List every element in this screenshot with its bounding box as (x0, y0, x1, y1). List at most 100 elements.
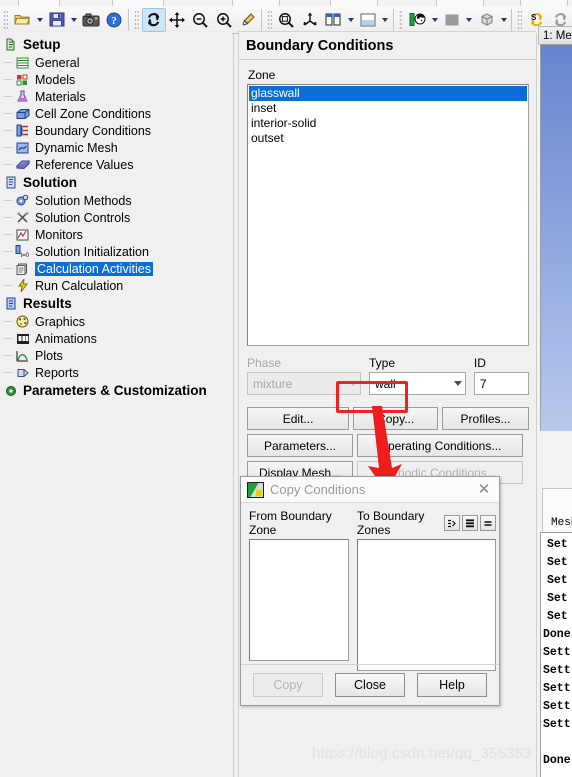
zone-list-item[interactable]: outset (249, 131, 527, 146)
toolbar-grip[interactable] (398, 9, 404, 30)
type-select[interactable]: wall (369, 372, 466, 395)
camera-icon[interactable] (79, 8, 102, 32)
tree-node-models[interactable]: ⋯ Models (0, 71, 232, 88)
background-color-dropdown-caret[interactable] (380, 9, 391, 31)
filter-list-icon[interactable] (444, 515, 460, 531)
window-layout-icon[interactable] (322, 8, 345, 32)
tree-node-solution-methods[interactable]: ⋯ Solution Methods (0, 192, 232, 209)
zone-list-item[interactable]: glasswall (249, 86, 527, 101)
graphics-canvas[interactable] (540, 44, 572, 431)
console-line: Set (547, 574, 568, 587)
dialog-titlebar[interactable]: Copy Conditions ✕ (241, 477, 499, 503)
type-value: wall (375, 376, 396, 391)
solution-initialization-icon: t=0 (14, 244, 31, 259)
id-input[interactable]: 7 (473, 372, 529, 395)
tree-node-label: Run Calculation (35, 278, 124, 293)
toolbar-grip[interactable] (3, 9, 8, 30)
tree-node-label: Parameters & Customization (23, 383, 207, 398)
toolbar-grip[interactable] (267, 9, 273, 30)
lighting-dropdown-caret[interactable] (430, 9, 441, 31)
background-color-icon[interactable] (356, 8, 379, 32)
profiles-button[interactable]: Profiles... (442, 407, 529, 430)
deselect-all-list-icon[interactable] (480, 515, 496, 531)
operating-conditions-button[interactable]: Operating Conditions... (357, 434, 523, 457)
type-label: Type (369, 356, 396, 370)
materials-flask-icon (14, 89, 31, 104)
toolbar-grip[interactable] (134, 9, 140, 30)
console-line: Done (543, 628, 571, 641)
gray-surface-icon[interactable] (441, 8, 464, 32)
tree-node-label: Animations (35, 331, 97, 346)
list-tool-buttons (444, 515, 496, 531)
tree-node-results[interactable]: Results (0, 294, 232, 313)
cell-zone-box-icon (14, 106, 31, 121)
tree-node-calculation-activities[interactable]: ⋯ Calculation Activities (0, 260, 232, 277)
console-line: Set (547, 556, 568, 569)
lighting-head-icon[interactable] (406, 8, 429, 32)
select-all-list-icon[interactable] (462, 515, 478, 531)
axis-tripod-icon[interactable] (299, 8, 322, 32)
tree-node-monitors[interactable]: ⋯ Monitors (0, 226, 232, 243)
panel-splitter[interactable] (233, 33, 234, 777)
tree-node-solution[interactable]: Solution (0, 173, 232, 192)
tree-node-parameters-customization[interactable]: Parameters & Customization (0, 381, 232, 400)
close-button[interactable]: Close (335, 673, 405, 697)
tree-node-graphics[interactable]: ⋯ Graphics (0, 313, 232, 330)
help-question-icon[interactable]: ? (103, 8, 126, 32)
help-button[interactable]: Help (417, 673, 487, 697)
3d-box-icon[interactable] (475, 8, 498, 32)
pan-move-icon[interactable] (166, 8, 189, 32)
tree-node-reports[interactable]: ⋯ Reports (0, 364, 232, 381)
tree-node-setup[interactable]: Setup (0, 35, 232, 54)
graphics-window-tab[interactable]: 1: Mesh (538, 26, 572, 45)
phase-select[interactable]: mixture (247, 372, 361, 395)
tree-node-solution-controls[interactable]: ⋯ Solution Controls (0, 209, 232, 226)
window-layout-dropdown-caret[interactable] (346, 9, 357, 31)
tree-node-cell-zone-conditions[interactable]: ⋯ Cell Zone Conditions (0, 105, 232, 122)
tree-connector: ⋯ (3, 229, 13, 239)
general-grid-icon (14, 55, 31, 70)
tree-connector: ⋯ (3, 125, 13, 135)
tree-node-general[interactable]: ⋯ General (0, 54, 232, 71)
to-boundary-zones-column: To Boundary Zones (357, 509, 496, 671)
tree-node-label: Solution Initialization (35, 244, 149, 259)
3d-dropdown-caret[interactable] (498, 9, 509, 31)
right-dock-splitter[interactable] (536, 33, 537, 777)
tree-node-materials[interactable]: ⋯ Materials (0, 88, 232, 105)
tree-node-run-calculation[interactable]: ⋯ Run Calculation (0, 277, 232, 294)
rotate-refresh-icon[interactable] (142, 7, 166, 32)
save-disk-icon[interactable] (45, 8, 68, 32)
surface-dropdown-caret[interactable] (464, 9, 475, 31)
to-boundary-zones-list[interactable] (357, 539, 496, 671)
zone-list-item[interactable]: inset (249, 101, 527, 116)
tree-node-label: Dynamic Mesh (35, 140, 118, 155)
copy-button[interactable]: Copy... (353, 407, 439, 430)
zone-list[interactable]: glasswall inset interior-solid outset (247, 84, 529, 346)
tree-connector: ⋯ (3, 159, 13, 169)
tree-node-dynamic-mesh[interactable]: ⋯ Dynamic Mesh (0, 139, 232, 156)
tree-connector: ⋯ (3, 74, 13, 84)
tree-node-solution-initialization[interactable]: ⋯ t=0 Solution Initialization (0, 243, 232, 260)
open-folder-icon[interactable] (11, 8, 34, 32)
tree-node-animations[interactable]: ⋯ Animations (0, 330, 232, 347)
tree-node-boundary-conditions[interactable]: ⋯ Boundary Conditions (0, 122, 232, 139)
open-folder-dropdown-caret[interactable] (34, 9, 45, 31)
zoom-out-icon[interactable] (189, 8, 212, 32)
tree-node-plots[interactable]: ⋯ Plots (0, 347, 232, 364)
probe-picker-icon[interactable] (236, 8, 259, 32)
edit-button[interactable]: Edit... (247, 407, 350, 430)
zoom-fit-icon[interactable] (275, 8, 298, 32)
zoom-in-icon[interactable] (212, 8, 235, 32)
save-dropdown-caret[interactable] (69, 9, 80, 31)
tree-node-reference-values[interactable]: ⋯ Reference Values (0, 156, 232, 173)
monitors-chart-icon (14, 227, 31, 242)
close-icon[interactable]: ✕ (473, 480, 495, 500)
fluent-app-icon (247, 481, 264, 498)
from-boundary-zone-column: From Boundary Zone (249, 509, 349, 671)
console-output[interactable]: Set Set Set Set Set Done Sett Sett Sett … (540, 532, 572, 777)
zone-list-item[interactable]: interior-solid (249, 116, 527, 131)
toolbar-grip[interactable] (517, 9, 522, 30)
from-boundary-zone-list[interactable] (249, 539, 349, 661)
parameters-button[interactable]: Parameters... (247, 434, 353, 457)
console-line: Sett (543, 646, 571, 659)
